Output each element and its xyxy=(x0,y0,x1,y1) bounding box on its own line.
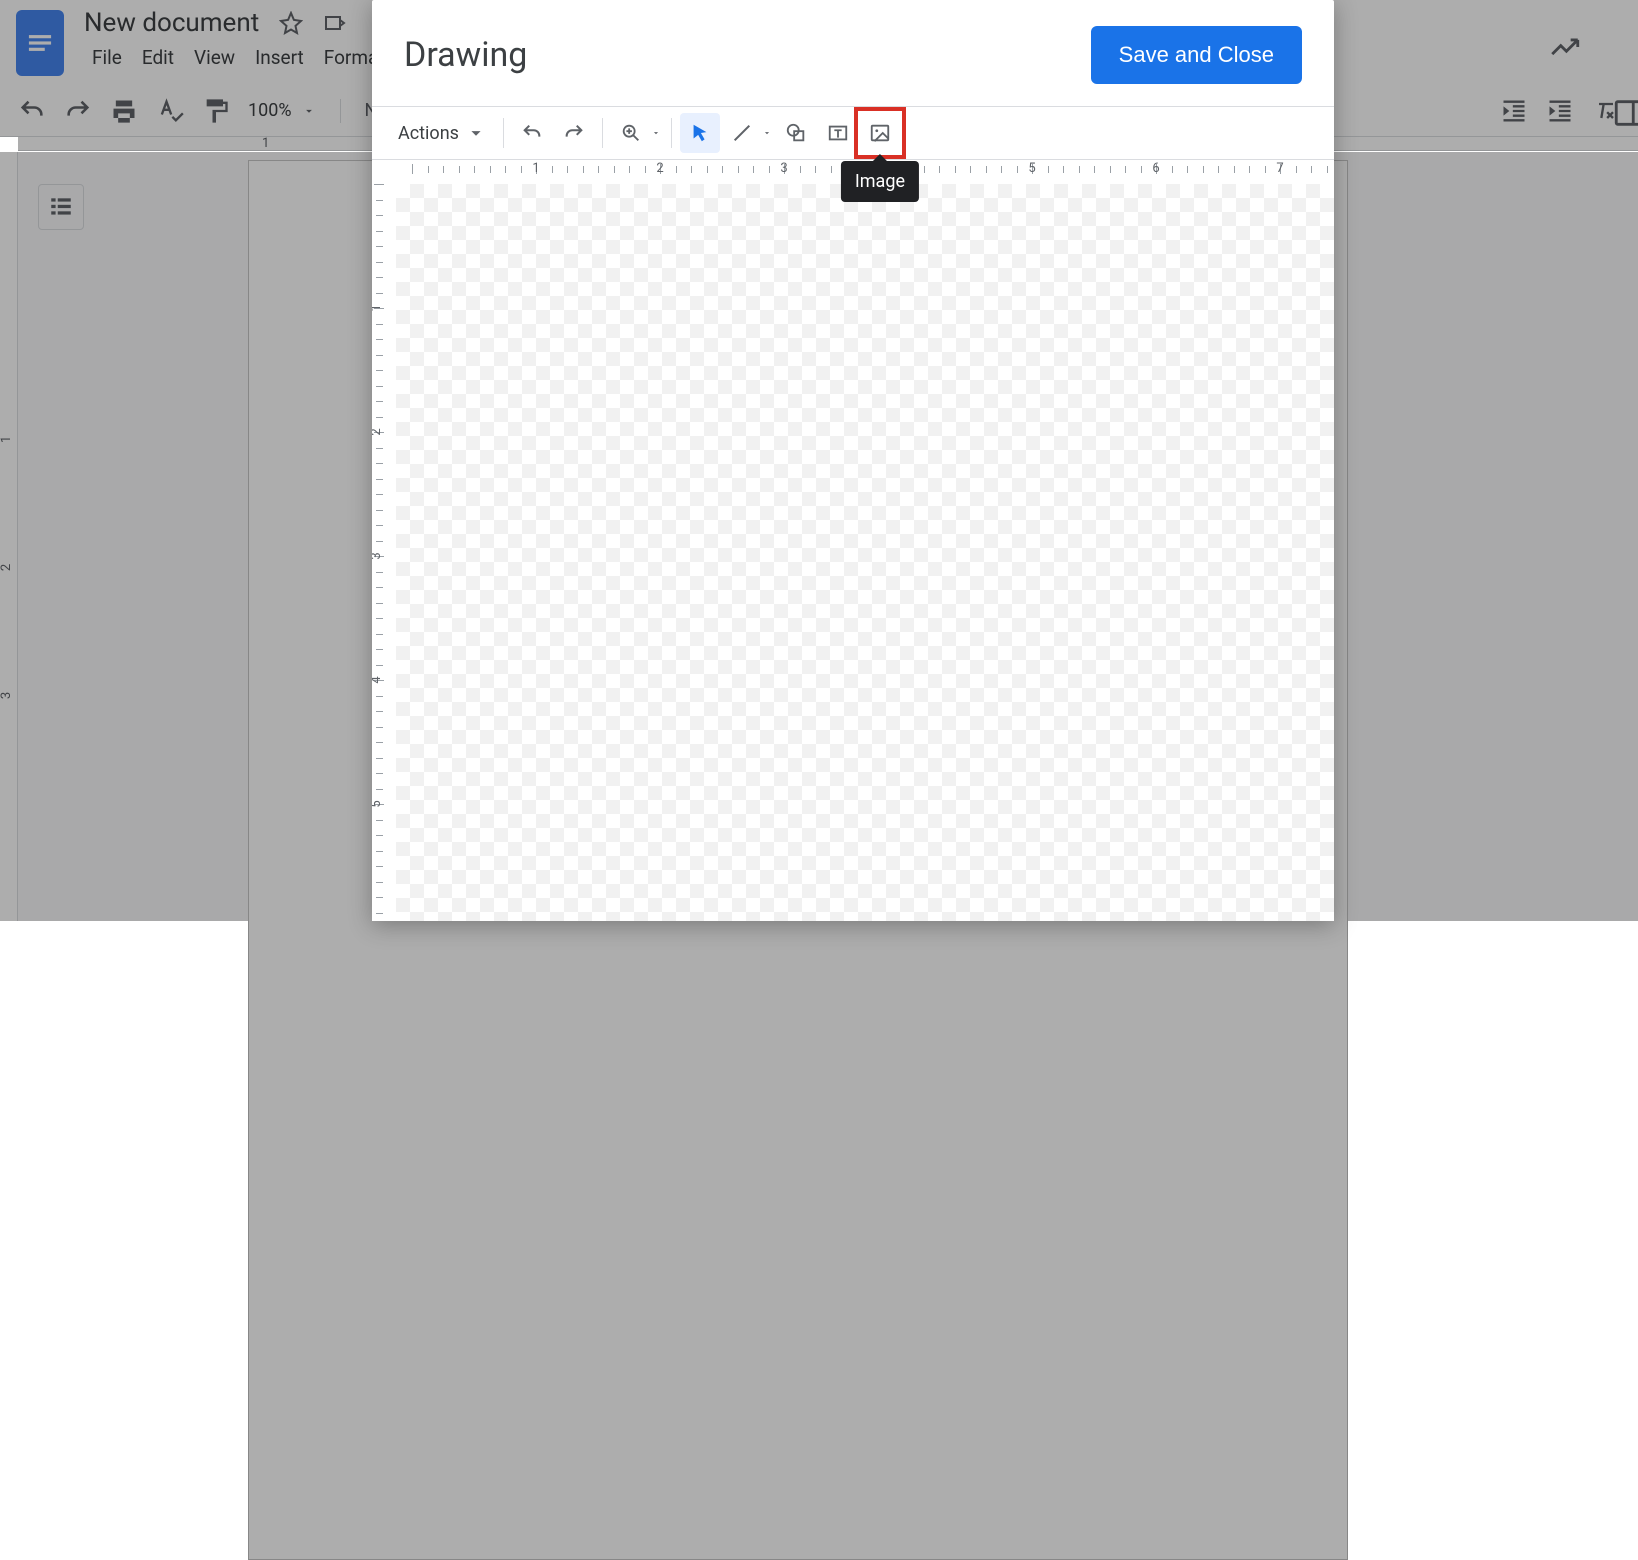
image-tooltip: Image xyxy=(841,161,919,202)
zoom-select[interactable]: 100% xyxy=(248,100,316,121)
save-and-close-button[interactable]: Save and Close xyxy=(1091,26,1302,84)
indent-increase-icon[interactable] xyxy=(1546,97,1574,125)
document-title[interactable]: New document xyxy=(84,8,259,38)
zoom-dropdown-icon[interactable] xyxy=(649,128,663,138)
outline-icon[interactable] xyxy=(38,184,84,230)
explore-icon[interactable] xyxy=(1548,30,1582,64)
zoom-button[interactable] xyxy=(611,113,651,153)
drawing-area: 1234567 12345 xyxy=(372,160,1334,921)
dialog-header: Drawing Save and Close xyxy=(372,0,1334,106)
undo-icon[interactable] xyxy=(18,97,46,125)
docs-vertical-ruler: 1 2 3 xyxy=(0,152,18,921)
docs-logo-icon[interactable] xyxy=(16,10,64,76)
sidepanel-icon[interactable] xyxy=(1612,96,1638,130)
shape-tool[interactable] xyxy=(776,113,816,153)
redo-button[interactable] xyxy=(554,113,594,153)
menu-view[interactable]: View xyxy=(186,44,243,71)
docs-menubar: File Edit View Insert Forma xyxy=(84,44,386,71)
menu-file[interactable]: File xyxy=(84,44,130,71)
image-tool[interactable]: Image xyxy=(860,113,900,153)
print-icon[interactable] xyxy=(110,97,138,125)
drawing-vertical-ruler[interactable]: 12345 xyxy=(372,180,386,921)
drawing-canvas[interactable] xyxy=(396,184,1334,921)
line-dropdown-icon[interactable] xyxy=(760,128,774,138)
textbox-tool[interactable] xyxy=(818,113,858,153)
drawing-dialog: Drawing Save and Close Actions Image 123… xyxy=(372,0,1334,921)
spellcheck-icon[interactable] xyxy=(156,97,184,125)
drawing-toolbar: Actions Image xyxy=(372,106,1334,160)
menu-edit[interactable]: Edit xyxy=(134,44,182,71)
indent-decrease-icon[interactable] xyxy=(1500,97,1528,125)
redo-icon[interactable] xyxy=(64,97,92,125)
dialog-title: Drawing xyxy=(404,35,527,75)
undo-button[interactable] xyxy=(512,113,552,153)
star-icon[interactable] xyxy=(279,11,303,35)
menu-insert[interactable]: Insert xyxy=(247,44,312,71)
actions-menu[interactable]: Actions xyxy=(382,113,495,153)
move-icon[interactable] xyxy=(323,11,347,35)
select-tool[interactable] xyxy=(680,113,720,153)
line-tool[interactable] xyxy=(722,113,762,153)
paint-format-icon[interactable] xyxy=(202,97,230,125)
